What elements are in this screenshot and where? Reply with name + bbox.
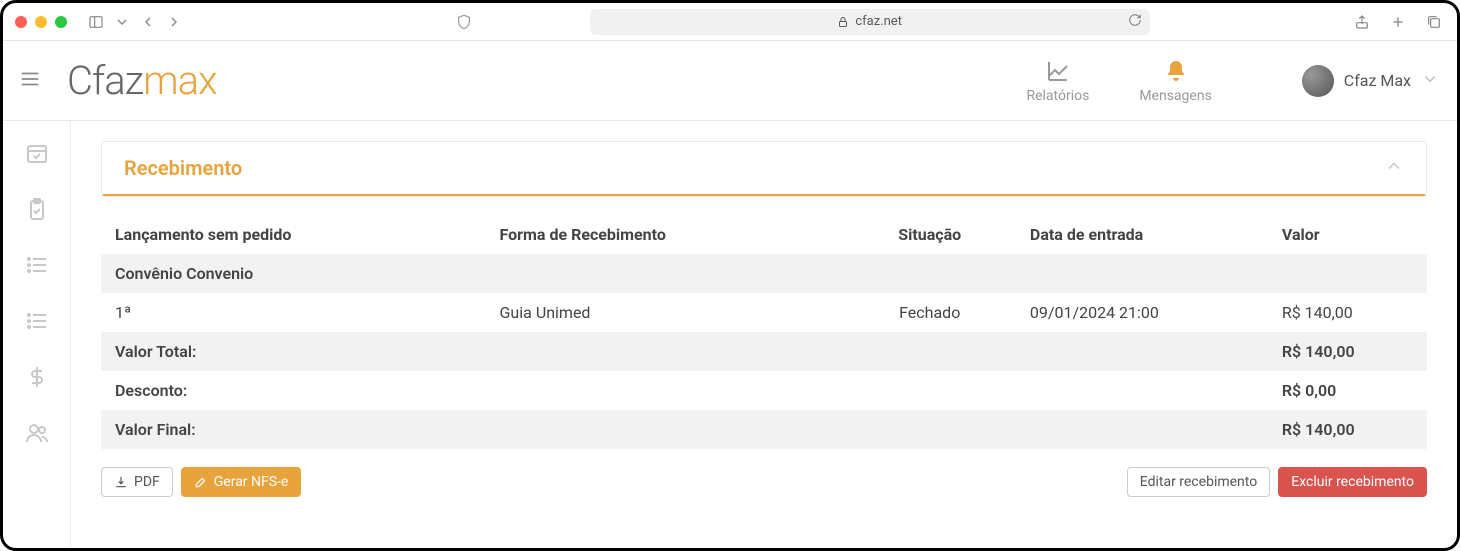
address-bar[interactable]: cfaz.net xyxy=(590,9,1150,35)
forward-button[interactable] xyxy=(163,11,185,33)
download-icon xyxy=(114,475,128,489)
cell-seq: 1ª xyxy=(101,293,486,332)
th-forma: Forma de Recebimento xyxy=(486,215,844,254)
nav-messages[interactable]: Mensagens xyxy=(1139,58,1211,104)
body-row: Recebimento xyxy=(3,121,1457,548)
browser-titlebar: cfaz.net xyxy=(3,3,1457,41)
browser-window: cfaz.net Cfazmax xyxy=(0,0,1460,551)
logo-part1: Cfaz xyxy=(67,57,143,104)
discount-label: Desconto: xyxy=(101,371,1268,410)
nav-reports[interactable]: Relatórios xyxy=(1026,58,1089,104)
edit-icon xyxy=(194,475,208,489)
user-menu[interactable]: Cfaz Max xyxy=(1302,65,1439,97)
sidebar-calendar-icon[interactable] xyxy=(23,139,51,167)
minimize-window-button[interactable] xyxy=(35,16,47,28)
url-text: cfaz.net xyxy=(855,14,902,29)
th-valor: Valor xyxy=(1268,215,1427,254)
pdf-button-label: PDF xyxy=(134,474,160,490)
tabs-icon[interactable] xyxy=(1423,11,1445,33)
lock-icon xyxy=(837,16,849,28)
refresh-icon[interactable] xyxy=(1128,13,1142,31)
action-bar: PDF Gerar NFS-e Editar recebimento Exclu… xyxy=(101,467,1427,497)
maximize-window-button[interactable] xyxy=(55,16,67,28)
pdf-button[interactable]: PDF xyxy=(101,467,173,497)
sidebar-users-icon[interactable] xyxy=(23,419,51,447)
table-row[interactable]: 1ª Guia Unimed Fechado 09/01/2024 21:00 … xyxy=(101,293,1427,332)
total-value: R$ 140,00 xyxy=(1268,332,1427,371)
panel-title: Recebimento xyxy=(124,156,242,180)
header-nav: Relatórios Mensagens Cfaz Max xyxy=(1026,58,1439,104)
sidebar-clipboard-icon[interactable] xyxy=(23,195,51,223)
main-area: Recebimento xyxy=(71,121,1457,548)
menu-toggle[interactable] xyxy=(11,60,49,102)
sidebar-list-icon[interactable] xyxy=(23,251,51,279)
edit-button-label: Editar recebimento xyxy=(1140,474,1257,490)
chevron-down-icon[interactable] xyxy=(111,11,133,33)
close-window-button[interactable] xyxy=(15,16,27,28)
panel-header[interactable]: Recebimento xyxy=(102,142,1426,196)
th-situacao: Situação xyxy=(844,215,1016,254)
app-content: Cfazmax Relatórios Mensagens C xyxy=(3,41,1457,548)
user-name: Cfaz Max xyxy=(1344,71,1411,90)
nav-reports-label: Relatórios xyxy=(1026,88,1089,104)
sidebar xyxy=(3,121,71,548)
receipt-panel: Recebimento xyxy=(101,141,1427,197)
discount-row: Desconto: R$ 0,00 xyxy=(101,371,1427,410)
cell-forma: Guia Unimed xyxy=(486,293,844,332)
cell-data: 09/01/2024 21:00 xyxy=(1016,293,1268,332)
receipt-table: Lançamento sem pedido Forma de Recebimen… xyxy=(101,215,1427,449)
nfse-button[interactable]: Gerar NFS-e xyxy=(181,467,302,497)
group-row: Convênio Convenio xyxy=(101,254,1427,293)
window-controls xyxy=(15,16,67,28)
nav-messages-label: Mensagens xyxy=(1139,88,1211,104)
discount-value: R$ 0,00 xyxy=(1268,371,1427,410)
shield-icon[interactable] xyxy=(453,11,475,33)
delete-button-label: Excluir recebimento xyxy=(1291,474,1414,490)
total-row: Valor Total: R$ 140,00 xyxy=(101,332,1427,371)
cell-situacao: Fechado xyxy=(844,293,1016,332)
share-icon[interactable] xyxy=(1351,11,1373,33)
app-header: Cfazmax Relatórios Mensagens C xyxy=(3,41,1457,121)
nfse-button-label: Gerar NFS-e xyxy=(214,474,289,490)
final-label: Valor Final: xyxy=(101,410,1268,449)
chevron-down-icon xyxy=(1421,70,1439,92)
edit-button[interactable]: Editar recebimento xyxy=(1127,467,1270,497)
chart-icon xyxy=(1045,58,1071,84)
logo-part2: max xyxy=(143,57,216,104)
logo: Cfazmax xyxy=(67,57,217,104)
th-lancamento: Lançamento sem pedido xyxy=(101,215,486,254)
avatar xyxy=(1302,65,1334,97)
sidebar-list2-icon[interactable] xyxy=(23,307,51,335)
table-header-row: Lançamento sem pedido Forma de Recebimen… xyxy=(101,215,1427,254)
new-tab-icon[interactable] xyxy=(1387,11,1409,33)
cell-valor: R$ 140,00 xyxy=(1268,293,1427,332)
final-row: Valor Final: R$ 140,00 xyxy=(101,410,1427,449)
sidebar-toggle-icon[interactable] xyxy=(85,11,107,33)
back-button[interactable] xyxy=(137,11,159,33)
final-value: R$ 140,00 xyxy=(1268,410,1427,449)
bell-icon xyxy=(1163,58,1189,84)
chevron-up-icon xyxy=(1384,156,1404,180)
sidebar-dollar-icon[interactable] xyxy=(23,363,51,391)
th-data: Data de entrada xyxy=(1016,215,1268,254)
delete-button[interactable]: Excluir recebimento xyxy=(1278,467,1427,497)
total-label: Valor Total: xyxy=(101,332,1268,371)
group-label: Convênio Convenio xyxy=(101,254,1427,293)
